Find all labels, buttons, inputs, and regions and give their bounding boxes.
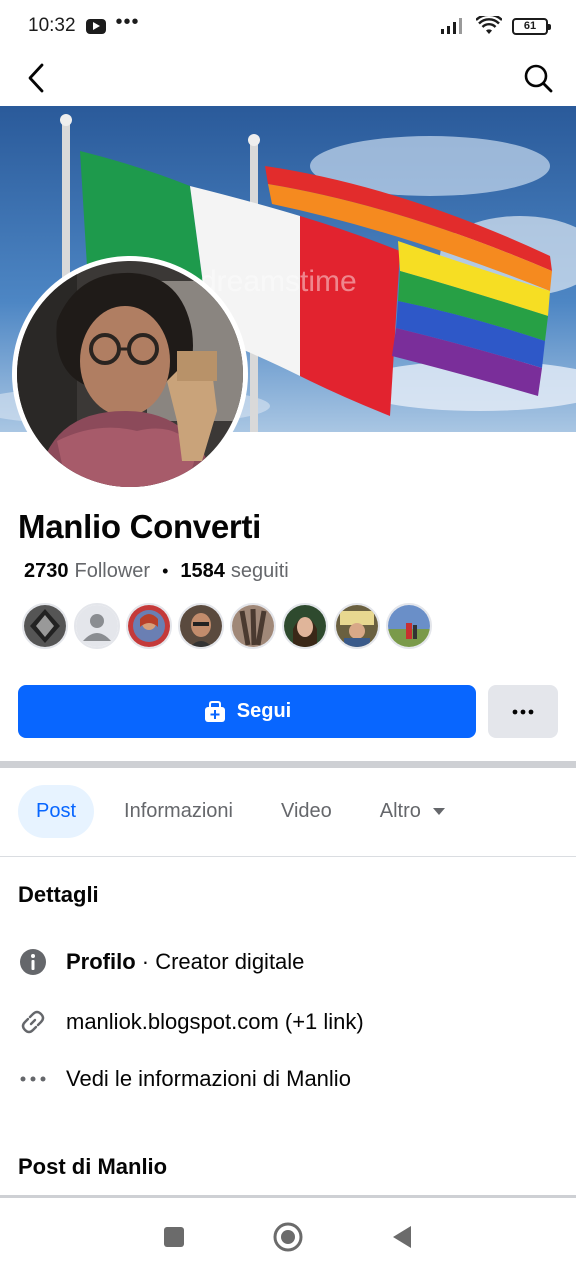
- more-notifications-icon: •••: [115, 10, 140, 33]
- info-icon: [18, 947, 48, 977]
- back-arrow-icon: [28, 63, 44, 93]
- tab-video[interactable]: Video: [263, 785, 350, 838]
- detail-profile-text: Profilo · Creator digitale: [66, 949, 304, 975]
- follower-avatar[interactable]: [22, 603, 68, 649]
- back-button[interactable]: [18, 60, 54, 96]
- following-label[interactable]: seguiti: [231, 560, 289, 583]
- tabs-divider: [0, 856, 576, 857]
- system-nav-bar: [0, 1198, 576, 1280]
- following-count[interactable]: 1584: [180, 560, 225, 583]
- tab-post[interactable]: Post: [18, 785, 95, 838]
- follower-avatar[interactable]: [386, 603, 432, 649]
- tab-informazioni[interactable]: Informazioni: [106, 785, 251, 838]
- follower-avatar[interactable]: [230, 603, 276, 649]
- profile-avatar[interactable]: [12, 256, 248, 492]
- status-bar: 10:32 ••• 61: [0, 0, 576, 52]
- detail-profile-category: · Creator digitale: [135, 949, 305, 974]
- posts-title: Post di Manlio: [18, 1154, 168, 1179]
- follow-button[interactable]: Segui: [18, 685, 476, 738]
- detail-profile-row: Profilo · Creator digitale: [18, 947, 304, 977]
- battery-level: 61: [523, 20, 537, 32]
- cover-watermark: dreamstime: [200, 265, 357, 298]
- profile-stats: 2730 Follower • 1584 seguiti: [24, 560, 289, 583]
- square-icon: [164, 1226, 185, 1247]
- caret-down-icon: [432, 808, 445, 815]
- detail-link-row[interactable]: manliok.blogspot.com (+1 link): [18, 1007, 364, 1037]
- signal-icon: [441, 18, 462, 34]
- more-options-button[interactable]: [488, 685, 558, 738]
- followers-count[interactable]: 2730: [24, 560, 69, 583]
- tab-video-label: Video: [280, 800, 332, 822]
- more-dots-icon: [18, 1064, 48, 1094]
- battery-icon: 61: [512, 17, 551, 35]
- follower-avatar[interactable]: [178, 603, 224, 649]
- follow-label: Segui: [236, 700, 292, 722]
- status-time: 10:32: [28, 15, 76, 36]
- tab-informazioni-label: Informazioni: [124, 800, 233, 822]
- search-button[interactable]: [520, 60, 556, 96]
- follower-avatar[interactable]: [334, 603, 380, 649]
- top-bar: [0, 52, 576, 106]
- section-divider: [0, 761, 576, 768]
- recents-button[interactable]: [163, 1226, 185, 1253]
- follower-avatar[interactable]: [126, 603, 172, 649]
- follower-avatar[interactable]: [74, 603, 120, 649]
- follower-avatars: [22, 603, 432, 649]
- youtube-icon: [85, 18, 106, 34]
- more-horizontal-icon: [512, 709, 534, 714]
- avatar-image: [17, 261, 243, 487]
- profile-name: Manlio Converti: [18, 508, 262, 545]
- detail-link-text[interactable]: manliok.blogspot.com (+1 link): [66, 1009, 364, 1035]
- see-info-text[interactable]: Vedi le informazioni di Manlio: [66, 1066, 351, 1092]
- home-circle-icon: [273, 1222, 303, 1251]
- link-icon: [18, 1007, 48, 1037]
- tab-altro-label: Altro: [379, 800, 421, 822]
- details-title: Dettagli: [18, 882, 99, 907]
- profile-tabs: Post Informazioni Video Altro: [18, 785, 475, 838]
- system-back-button[interactable]: [391, 1225, 413, 1254]
- followers-label[interactable]: Follower: [75, 560, 151, 583]
- tab-altro[interactable]: Altro: [362, 785, 463, 838]
- wifi-icon: [476, 16, 502, 34]
- triangle-back-icon: [392, 1225, 411, 1248]
- see-info-row[interactable]: Vedi le informazioni di Manlio: [18, 1064, 351, 1094]
- search-icon: [524, 64, 553, 93]
- stats-separator: •: [162, 561, 169, 581]
- detail-profile-bold: Profilo: [66, 949, 136, 974]
- tab-post-label: Post: [36, 800, 77, 822]
- follower-avatar[interactable]: [282, 603, 328, 649]
- follow-icon: [204, 700, 225, 722]
- home-button[interactable]: [272, 1221, 304, 1258]
